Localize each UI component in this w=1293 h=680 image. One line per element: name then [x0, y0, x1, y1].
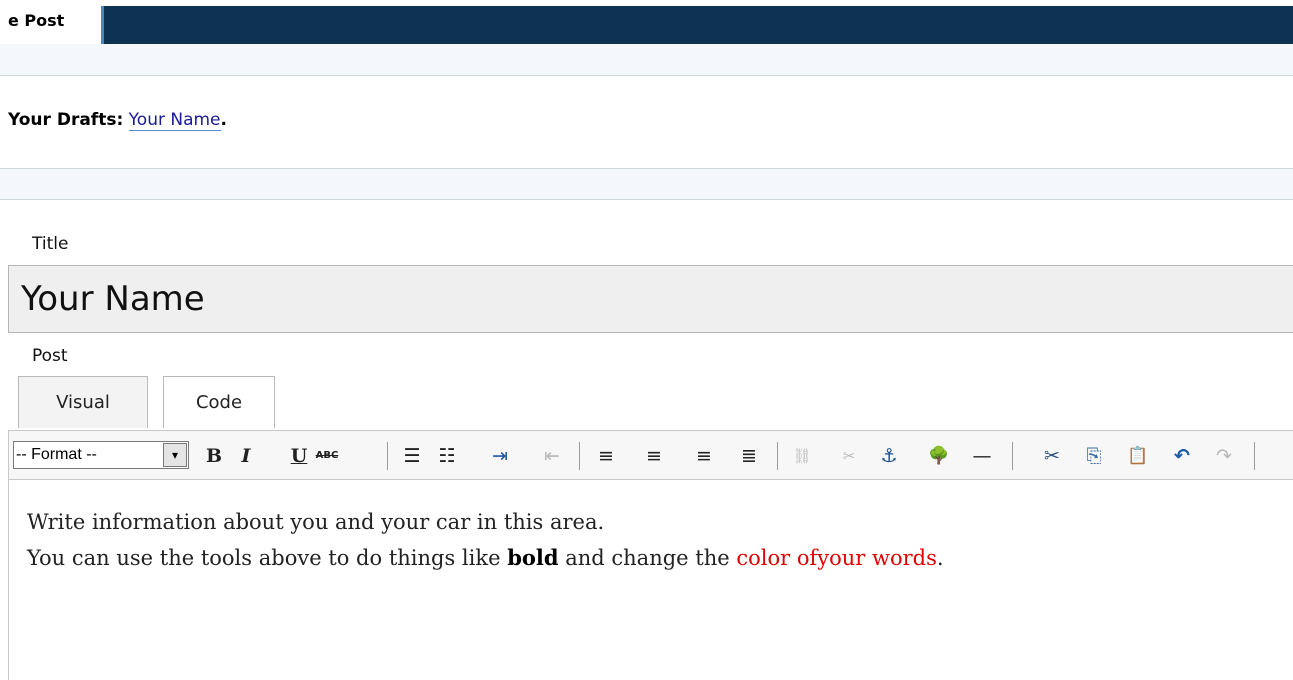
numbered-list-icon[interactable]: ☷	[432, 441, 462, 471]
redo-icon[interactable]: ↷	[1209, 441, 1239, 471]
align-left-icon[interactable]: ≡	[591, 441, 621, 471]
drafts-line: Your Drafts: Your Name.	[8, 110, 227, 131]
tab-visual[interactable]: Visual	[18, 376, 148, 428]
content-line-2: You can use the tools above to do things…	[27, 540, 1293, 576]
cut-icon[interactable]: ✂	[1037, 441, 1067, 471]
toolbar-separator	[387, 442, 388, 470]
divider-band	[0, 168, 1293, 200]
format-value: -- Format --	[16, 446, 97, 463]
header-fill	[101, 6, 1293, 44]
bold-button[interactable]: B	[199, 441, 229, 471]
tab-code[interactable]: Code	[163, 376, 275, 428]
content-text: You can use the tools above to do things…	[27, 546, 508, 570]
outdent-icon[interactable]: ⇤	[537, 441, 567, 471]
link-icon[interactable]: ⛓	[787, 441, 817, 471]
toolbar-separator	[777, 442, 778, 470]
underline-button[interactable]: U	[284, 441, 314, 471]
content-text: and change the	[558, 546, 737, 570]
header-band	[0, 44, 1293, 76]
post-tab[interactable]: e Post	[0, 6, 98, 44]
content-text: .	[936, 546, 944, 570]
content-bold-text: bold	[507, 545, 559, 570]
editor-content[interactable]: Write information about you and your car…	[8, 480, 1293, 680]
align-center-icon[interactable]: ≡	[639, 441, 669, 471]
title-input[interactable]	[8, 265, 1293, 333]
bullet-list-icon[interactable]: ☰	[397, 441, 427, 471]
undo-icon[interactable]: ↶	[1167, 441, 1197, 471]
drafts-label: Your Drafts	[8, 110, 117, 130]
title-label: Title	[32, 234, 69, 254]
align-justify-icon[interactable]: ≣	[734, 441, 764, 471]
editor-toolbar: -- Format -- ▾ B I U ABC ☰ ☷ ⇥ ⇤ ≡ ≡ ≡ ≣…	[8, 430, 1293, 480]
copy-icon[interactable]: ⎘	[1079, 441, 1109, 471]
unlink-icon[interactable]: ✂	[834, 441, 864, 471]
top-tab-bar: e Post	[0, 0, 1293, 44]
strikethrough-button[interactable]: ABC	[312, 441, 342, 471]
italic-button[interactable]: I	[231, 441, 261, 471]
content-red-text: color ofyour words	[736, 546, 937, 570]
image-icon[interactable]: 🌳	[924, 441, 954, 471]
content-line-1: Write information about you and your car…	[27, 510, 605, 534]
align-right-icon[interactable]: ≡	[689, 441, 719, 471]
anchor-icon[interactable]: ⚓	[874, 441, 904, 471]
chevron-down-icon[interactable]: ▾	[163, 443, 187, 467]
horizontal-rule-icon[interactable]: —	[967, 441, 997, 471]
format-select[interactable]: -- Format -- ▾	[13, 441, 189, 469]
drafts-colon: :	[116, 110, 124, 130]
paste-icon[interactable]: 📋	[1123, 441, 1153, 471]
toolbar-separator	[1012, 442, 1013, 470]
drafts-end: .	[220, 110, 227, 130]
indent-icon[interactable]: ⇥	[485, 441, 515, 471]
draft-link[interactable]: Your Name	[128, 110, 221, 131]
toolbar-separator	[1254, 442, 1255, 470]
toolbar-separator	[579, 442, 580, 470]
post-label: Post	[32, 346, 68, 366]
